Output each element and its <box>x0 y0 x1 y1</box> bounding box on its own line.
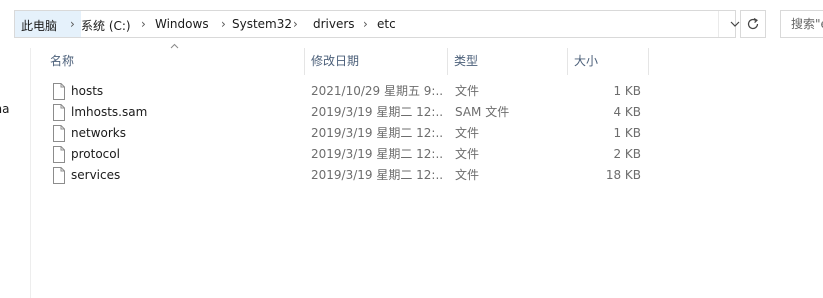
column-header-size-label: 大小 <box>574 54 599 68</box>
breadcrumb-drivers[interactable]: drivers <box>313 17 355 31</box>
breadcrumb-separator[interactable]: › <box>141 17 146 31</box>
file-date: 2019/3/19 星期二 12:... <box>311 168 442 182</box>
file-date: 2019/3/19 星期二 12:... <box>311 105 442 119</box>
search-input[interactable] <box>781 11 823 37</box>
file-icon <box>53 83 65 100</box>
file-size: 2 KB <box>613 147 641 161</box>
breadcrumb-separator[interactable]: › <box>363 17 368 31</box>
file-size: 1 KB <box>613 126 641 140</box>
refresh-button[interactable] <box>740 10 766 38</box>
column-header-date[interactable]: 修改日期 <box>305 48 448 75</box>
file-row-lmhosts-sam[interactable]: lmhosts.sam 2019/3/19 星期二 12:... SAM 文件 … <box>44 102 650 123</box>
breadcrumb-this-pc[interactable]: 此电脑 <box>21 17 57 34</box>
file-type: 文件 <box>455 126 480 140</box>
address-bar[interactable]: 此电脑 › 系统 (C:) › Windows › System32 › dri… <box>14 10 739 38</box>
column-header-size[interactable]: 大小 <box>568 48 649 75</box>
file-row-services[interactable]: services 2019/3/19 星期二 12:... 文件 18 KB <box>44 165 650 186</box>
file-size: 18 KB <box>605 168 641 182</box>
file-icon <box>53 146 65 163</box>
file-icon <box>53 167 65 184</box>
file-name: hosts <box>71 84 104 98</box>
file-type: 文件 <box>455 168 480 182</box>
file-icon <box>53 104 65 121</box>
file-date: 2019/3/19 星期二 12:... <box>311 147 442 161</box>
file-icon <box>53 125 65 142</box>
breadcrumb-separator[interactable]: › <box>293 17 298 31</box>
file-name: networks <box>71 126 126 140</box>
column-header-name[interactable]: 名称 <box>44 48 305 75</box>
column-header-type-label: 类型 <box>454 54 479 68</box>
file-name: protocol <box>71 147 120 161</box>
file-type: SAM 文件 <box>455 105 510 119</box>
file-date: 2019/3/19 星期二 12:... <box>311 126 442 140</box>
file-name: lmhosts.sam <box>71 105 148 119</box>
navigation-pane[interactable]: rsona <box>0 48 31 298</box>
file-size: 4 KB <box>613 105 641 119</box>
file-type: 文件 <box>455 147 480 161</box>
chevron-down-icon <box>730 21 739 27</box>
file-type: 文件 <box>455 84 480 98</box>
address-bar-row: 此电脑 › 系统 (C:) › Windows › System32 › dri… <box>0 0 823 48</box>
breadcrumb-windows[interactable]: Windows <box>155 17 209 31</box>
file-name: services <box>71 168 121 182</box>
file-row-hosts[interactable]: hosts 2021/10/29 星期五 9:... 文件 1 KB <box>44 81 650 102</box>
file-date: 2021/10/29 星期五 9:... <box>311 84 442 98</box>
column-header-type[interactable]: 类型 <box>448 48 568 75</box>
column-header-date-label: 修改日期 <box>311 54 360 68</box>
file-row-networks[interactable]: networks 2019/3/19 星期二 12:... 文件 1 KB <box>44 123 650 144</box>
file-size: 1 KB <box>613 84 641 98</box>
search-field[interactable] <box>780 10 823 38</box>
file-row-protocol[interactable]: protocol 2019/3/19 星期二 12:... 文件 2 KB <box>44 144 650 165</box>
breadcrumb-system32[interactable]: System32 <box>232 17 292 31</box>
nav-item-partial[interactable]: rsona <box>0 102 10 116</box>
breadcrumb-system-c[interactable]: 系统 (C:) <box>81 17 131 34</box>
breadcrumb-separator[interactable]: › <box>221 17 226 31</box>
refresh-icon <box>747 17 759 30</box>
breadcrumb-etc[interactable]: etc <box>377 17 396 31</box>
breadcrumb-separator[interactable]: › <box>70 17 75 31</box>
column-header-name-label: 名称 <box>50 54 75 68</box>
